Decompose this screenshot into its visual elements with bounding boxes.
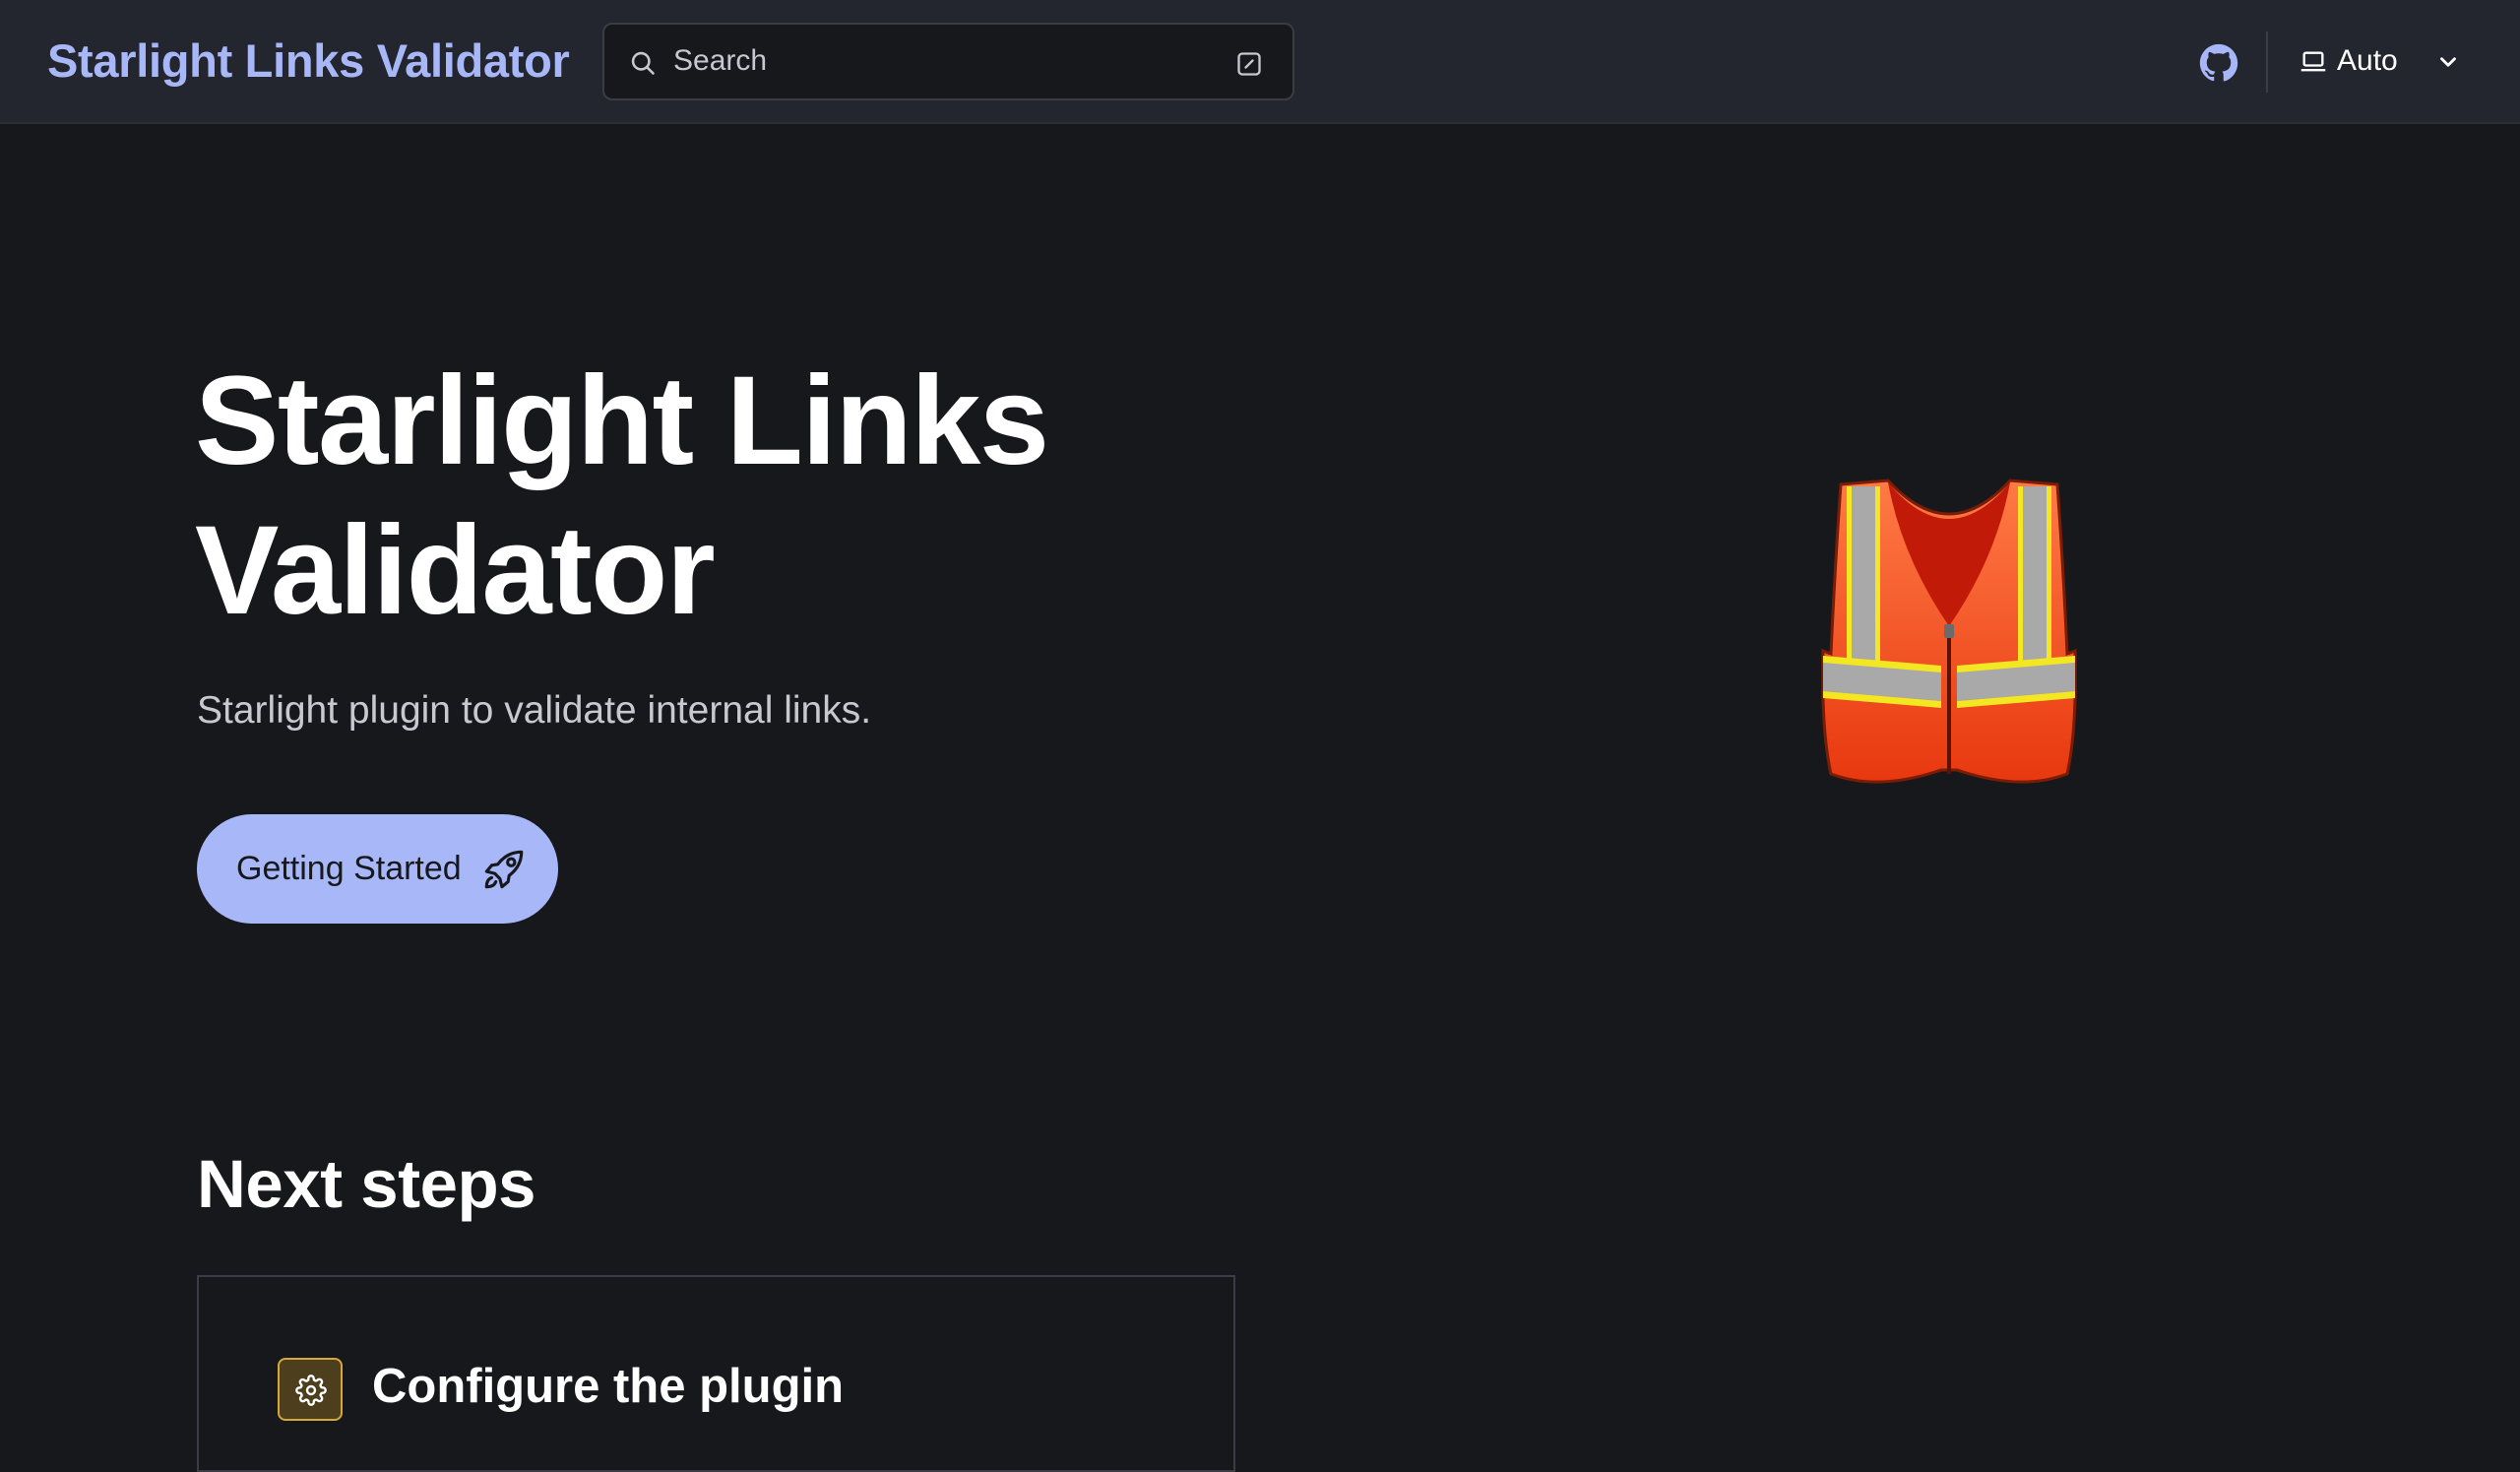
rocket-icon (484, 850, 523, 888)
gear-icon (295, 1375, 327, 1406)
header-divider (2266, 32, 2268, 93)
hero-title: Starlight Links Validator (195, 351, 1049, 641)
chevron-down-icon (2440, 57, 2456, 67)
search-button[interactable]: Search (602, 23, 1294, 100)
theme-select[interactable]: Auto (2300, 35, 2477, 89)
site-header: Starlight Links Validator Search Auto (0, 0, 2520, 124)
card-title: Configure the plugin (372, 1360, 845, 1413)
hero-tagline: Starlight plugin to validate internal li… (197, 689, 872, 732)
safety-vest-image (1821, 479, 2077, 784)
getting-started-button[interactable]: Getting Started (197, 814, 558, 924)
card-configure-plugin: Configure the plugin (197, 1275, 1235, 1472)
keyboard-shortcut-icon (1237, 52, 1261, 76)
getting-started-label: Getting Started (236, 850, 462, 887)
next-steps-heading: Next steps (197, 1146, 536, 1222)
theme-select-value: Auto (2337, 44, 2398, 77)
card-icon-box (278, 1358, 343, 1421)
site-title-link[interactable]: Starlight Links Validator (47, 33, 570, 88)
search-placeholder: Search (673, 44, 768, 77)
laptop-icon (2300, 51, 2326, 72)
github-icon[interactable] (2199, 43, 2238, 83)
search-icon (631, 51, 655, 75)
